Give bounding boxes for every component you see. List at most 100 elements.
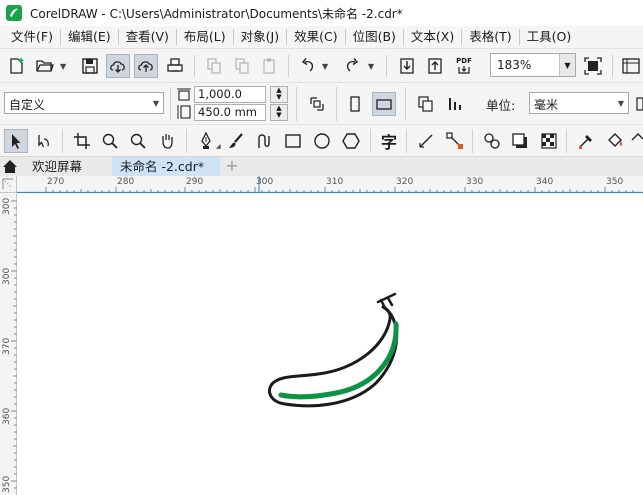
print-icon[interactable] [163,54,187,78]
transparency-tool-icon[interactable] [537,129,561,153]
menu-separator [117,29,119,45]
menu-bitmaps[interactable]: 位图(B) [348,26,401,48]
banana-drawing[interactable] [18,194,643,495]
banana-green-stripe[interactable] [278,321,399,400]
full-screen-preview-icon[interactable] [581,54,605,78]
shape-tool-icon[interactable] [32,129,56,153]
menu-text[interactable]: 文本(X) [406,26,459,48]
toolbar-separator [296,87,297,121]
zoom-out-tool-icon[interactable] [126,129,150,153]
pick-tool-icon[interactable] [4,129,28,153]
menu-separator [286,29,288,45]
page-width-input[interactable]: 1,000.0 mm [194,86,266,116]
paste-disabled-icon[interactable] [258,54,282,78]
toolbar-separator [62,129,63,153]
tab-welcome-screen[interactable]: 欢迎屏幕 [24,157,112,176]
menu-view[interactable]: 查看(V) [121,26,174,48]
toolbar-separator [405,87,406,121]
banana-outline[interactable] [268,305,399,408]
text-tool-glyph: 字 [380,133,397,152]
banana-stem[interactable] [376,292,397,310]
toolbar-separator [566,129,567,153]
zoom-level-select[interactable]: 183% ▼ [490,53,576,77]
publish-pdf-icon[interactable]: PDF [452,54,476,78]
smart-fill-tool-icon[interactable] [630,129,643,153]
portrait-icon[interactable] [343,92,367,116]
save-icon[interactable] [78,54,102,78]
menu-separator [518,29,520,45]
undo-dropdown-arrow-icon[interactable]: ▼ [322,62,328,71]
pan-tool-icon[interactable] [155,129,179,153]
undo-icon[interactable] [296,54,320,78]
menu-file[interactable]: 文件(F) [6,26,58,48]
ruler-label: 290 [186,177,204,187]
more-options-icon[interactable] [636,92,643,116]
home-icon[interactable] [0,157,20,176]
toolbar-separator [170,87,171,121]
page-orientation-icon[interactable] [305,92,329,116]
pen-tool-icon[interactable] [194,129,218,153]
ruler-label: 300 [2,197,12,215]
zoom-dropdown-arrow-icon[interactable]: ▼ [559,54,575,76]
landscape-icon[interactable] [372,92,396,116]
cut-disabled-icon[interactable] [202,54,226,78]
pen-flyout-arrow-icon[interactable]: ◢ [216,143,221,150]
standard-toolbar: ▼ ▼ ▼ PDF 183% ▼ [0,48,643,82]
units-select[interactable]: 毫米 ▼ [529,92,629,114]
rulers-toggle-icon[interactable] [618,54,642,78]
ruler-origin-icon[interactable] [0,176,17,193]
drawing-canvas[interactable] [18,194,643,495]
blend-tool-icon[interactable] [480,129,504,153]
open-dropdown-arrow-icon[interactable]: ▼ [60,62,66,71]
ruler-label: 360 [2,407,12,425]
zoom-tool-icon[interactable] [98,129,122,153]
new-document-icon[interactable] [5,54,29,78]
ruler-label: 370 [2,337,12,355]
tab-document[interactable]: 未命名 -2.cdr* [112,157,220,176]
title-bar: CorelDRAW - C:\Users\Administrator\Docum… [0,0,643,26]
toolbar-separator [336,87,337,121]
page-height-input[interactable]: 450.0 mm [194,104,266,121]
eyedropper-tool-icon[interactable] [574,129,598,153]
menu-separator [344,29,346,45]
open-folder-icon[interactable] [33,54,57,78]
horizontal-ruler[interactable]: 270 280 290 300 310 320 330 340 350 [17,176,643,193]
page-size-preset-select[interactable]: 自定义 ▼ [4,92,164,114]
copy-disabled-icon[interactable] [230,54,254,78]
height-spinner[interactable]: ▲ ▼ [270,104,288,121]
ellipse-tool-icon[interactable] [310,129,334,153]
dimension-tool-icon[interactable] [414,129,438,153]
ruler-label: 270 [47,177,65,187]
toolbar-separator [386,55,387,77]
text-tool-icon[interactable]: 字 [377,129,401,153]
connector-tool-icon[interactable] [443,129,467,153]
rectangle-tool-icon[interactable] [281,129,305,153]
units-value: 毫米 [534,98,559,112]
current-page-icon[interactable] [444,92,468,116]
cloud-download-icon[interactable] [106,54,130,78]
cloud-upload-icon[interactable] [134,54,158,78]
crop-tool-icon[interactable] [70,129,94,153]
menu-effects[interactable]: 效果(C) [289,26,342,48]
artistic-media-tool-icon[interactable] [224,129,248,153]
all-pages-icon[interactable] [414,92,438,116]
interactive-fill-tool-icon[interactable] [603,129,627,153]
menu-edit[interactable]: 编辑(E) [63,26,116,48]
export-icon[interactable] [423,54,447,78]
menu-tools[interactable]: 工具(O) [522,26,577,48]
menu-table[interactable]: 表格(T) [464,26,516,48]
menu-layout[interactable]: 布局(L) [179,26,231,48]
units-dropdown-arrow-icon: ▼ [617,99,624,108]
menu-object[interactable]: 对象(J) [236,26,284,48]
redo-icon[interactable] [340,54,364,78]
drop-shadow-tool-icon[interactable] [508,129,532,153]
polygon-tool-icon[interactable] [339,129,363,153]
vertical-ruler[interactable]: 300 300 370 360 350 [0,193,17,495]
menu-separator [232,29,234,45]
add-tab-icon[interactable]: + [222,157,242,176]
import-icon[interactable] [395,54,419,78]
redo-dropdown-arrow-icon[interactable]: ▼ [368,62,374,71]
width-spinner[interactable]: ▲ ▼ [270,86,288,103]
smart-drawing-tool-icon[interactable] [252,129,276,153]
menu-separator [461,29,463,45]
